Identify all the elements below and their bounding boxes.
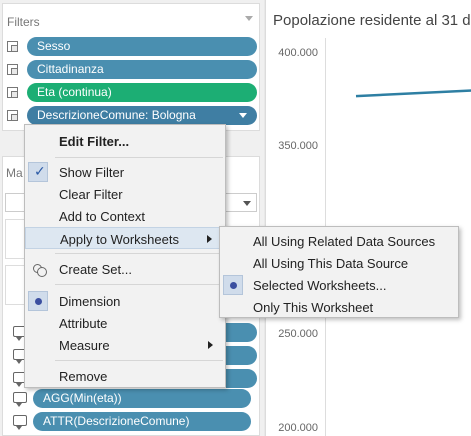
menu-item-label: Apply to Worksheets xyxy=(60,232,179,247)
filter-row-sesso[interactable]: Sesso xyxy=(7,37,259,56)
menu-item-label: Edit Filter... xyxy=(59,134,130,149)
menu-item-label: Clear Filter xyxy=(59,187,123,202)
submenu-item-all-related-sources[interactable]: All Using Related Data Sources xyxy=(220,230,458,252)
submenu-item-label: All Using This Data Source xyxy=(253,256,409,271)
menu-separator xyxy=(55,157,223,158)
marks-title: Ma xyxy=(6,166,23,180)
filter-pill-eta[interactable]: Eta (continua) xyxy=(27,83,257,102)
filter-field-icon xyxy=(7,41,18,52)
filter-row-descrizione-comune[interactable]: DescrizioneComune: Bologna xyxy=(7,106,259,125)
menu-item-label: Attribute xyxy=(59,316,108,331)
filter-row-eta[interactable]: Eta (continua) xyxy=(7,83,259,102)
menu-item-apply-to-worksheets[interactable]: Apply to Worksheets xyxy=(25,227,225,249)
menu-item-label: Add to Context xyxy=(59,209,145,224)
menu-item-create-set[interactable]: Create Set... xyxy=(25,258,225,280)
radio-selected xyxy=(223,275,243,295)
context-menu: Edit Filter... ✓ Show Filter Clear Filte… xyxy=(24,124,226,388)
submenu-item-label: All Using Related Data Sources xyxy=(253,234,436,249)
filter-pill-sesso[interactable]: Sesso xyxy=(27,37,257,56)
set-icon xyxy=(33,264,47,277)
series-line[interactable] xyxy=(355,89,471,98)
tooltip-icon xyxy=(13,392,27,407)
menu-separator xyxy=(55,253,223,254)
menu-item-label: Remove xyxy=(59,369,108,384)
menu-item-label: Measure xyxy=(59,338,110,353)
pill-dropdown-arrow-icon[interactable] xyxy=(239,113,247,118)
chevron-down-icon[interactable] xyxy=(243,201,251,206)
submenu-item-selected-worksheets[interactable]: Selected Worksheets... xyxy=(220,274,458,296)
filter-field-icon xyxy=(7,64,18,75)
menu-item-clear-filter[interactable]: Clear Filter xyxy=(25,183,225,205)
menu-separator xyxy=(55,284,223,285)
plot-area xyxy=(355,89,471,98)
chevron-right-icon xyxy=(207,235,212,243)
radio-selected xyxy=(28,291,48,311)
menu-item-attribute[interactable]: Attribute xyxy=(25,312,225,334)
menu-item-label: Show Filter xyxy=(59,165,125,180)
menu-item-measure[interactable]: Measure xyxy=(25,334,225,356)
submenu-item-label: Only This Worksheet xyxy=(253,300,374,315)
submenu-item-all-this-source[interactable]: All Using This Data Source xyxy=(220,252,458,274)
menu-item-show-filter[interactable]: ✓ Show Filter xyxy=(25,161,225,183)
detail-pill-agg-min-eta[interactable]: AGG(Min(eta)) xyxy=(33,389,251,408)
submenu-item-label: Selected Worksheets... xyxy=(253,278,387,293)
filter-pill-label: DescrizioneComune: Bologna xyxy=(37,108,196,122)
detail-row-agg-min-eta[interactable]: AGG(Min(eta)) xyxy=(13,389,253,408)
filters-title: Filters xyxy=(7,15,40,29)
menu-item-label: Dimension xyxy=(59,294,121,309)
chart-panel: Popolazione residente al 31 d 400.000 35… xyxy=(265,0,471,436)
menu-item-add-to-context[interactable]: Add to Context xyxy=(25,205,225,227)
checkmark-icon: ✓ xyxy=(34,163,46,179)
filters-menu-caret-icon[interactable] xyxy=(245,16,253,21)
submenu-item-only-this-worksheet[interactable]: Only This Worksheet xyxy=(220,296,458,318)
detail-row-attr-descrizione-comune[interactable]: ATTR(DescrizioneComune) xyxy=(13,412,253,431)
apply-to-worksheets-submenu: All Using Related Data Sources All Using… xyxy=(219,226,459,318)
filters-card: Filters Sesso Cittadinanza Eta (continua… xyxy=(2,3,260,131)
filter-field-icon xyxy=(7,87,18,98)
detail-pill-attr-descrizione-comune[interactable]: ATTR(DescrizioneComune) xyxy=(33,412,251,431)
tooltip-icon xyxy=(13,415,27,430)
filter-pill-descrizione-comune[interactable]: DescrizioneComune: Bologna xyxy=(27,106,257,125)
menu-item-label: Create Set... xyxy=(59,262,132,277)
radio-dot-icon xyxy=(230,282,237,289)
filter-field-icon xyxy=(7,110,18,121)
menu-item-edit-filter[interactable]: Edit Filter... xyxy=(25,130,225,152)
filter-row-cittadinanza[interactable]: Cittadinanza xyxy=(7,60,259,79)
chevron-right-icon xyxy=(208,341,213,349)
checkbox-checked: ✓ xyxy=(28,162,48,182)
menu-separator xyxy=(55,360,223,361)
menu-item-dimension[interactable]: Dimension xyxy=(25,290,225,312)
menu-item-remove[interactable]: Remove xyxy=(25,365,225,387)
radio-dot-icon xyxy=(35,298,42,305)
filter-pill-cittadinanza[interactable]: Cittadinanza xyxy=(27,60,257,79)
